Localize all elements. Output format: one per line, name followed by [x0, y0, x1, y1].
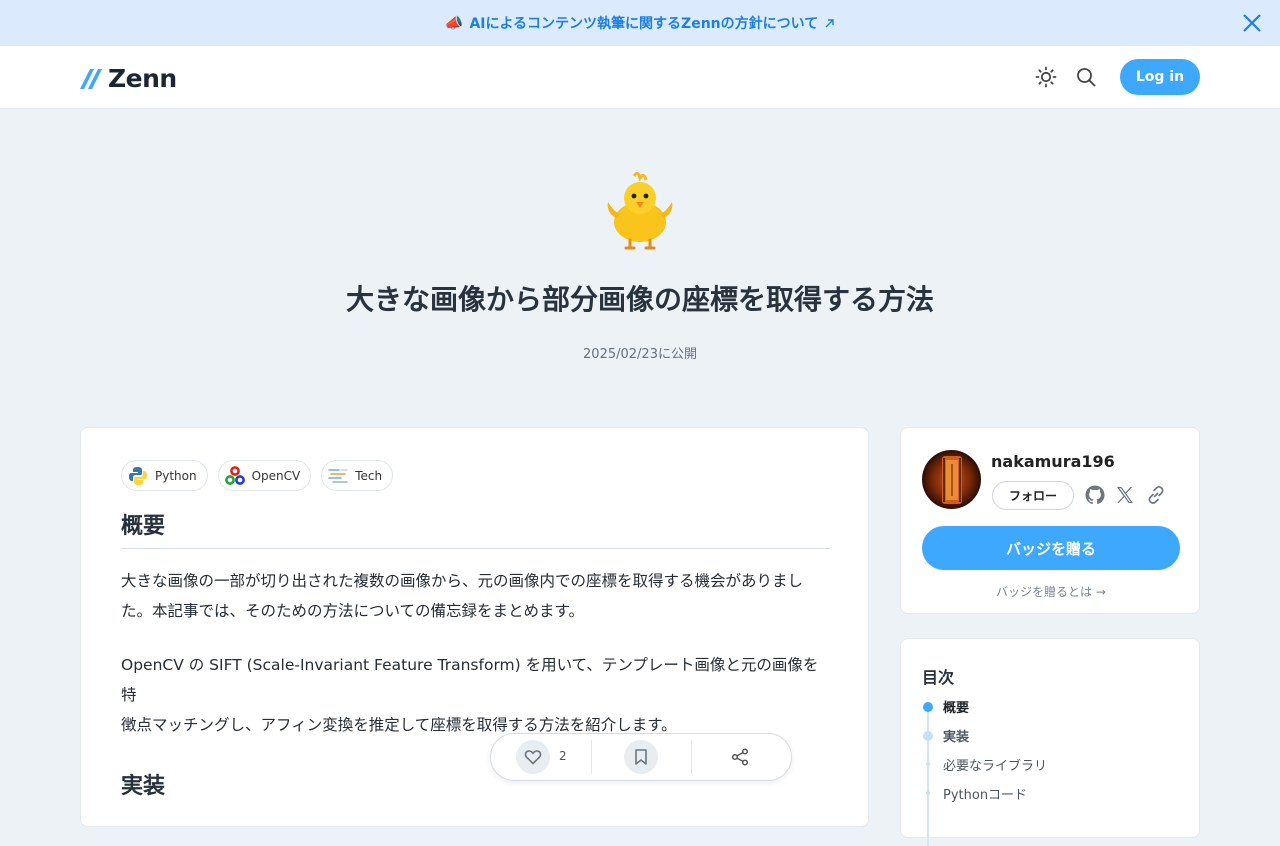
external-arrow-icon [825, 18, 834, 27]
toc-dot [926, 762, 930, 766]
topic-label: OpenCV [251, 468, 301, 483]
published-date: 2025/02/23に公開 [583, 347, 697, 362]
toc-track [927, 706, 929, 846]
table-of-contents: 目次 概要 実装 必要なライブラリ Pythonコード [900, 638, 1200, 846]
theme-toggle-icon[interactable] [1035, 66, 1057, 88]
paragraph-intro: 大きな画像の一部が切り出された複数の画像から、元の画像内での座標を取得する機会が… [121, 566, 833, 626]
share-icon [731, 748, 749, 766]
close-icon[interactable] [1240, 11, 1264, 35]
paragraph-line: OpenCV の SIFT (Scale-Invariant Feature T… [121, 656, 819, 704]
topic-opencv[interactable]: OpenCV [217, 460, 312, 491]
share-button[interactable] [723, 740, 757, 774]
python-icon [127, 465, 149, 487]
announcement-link[interactable]: 📣 AIによるコンテンツ執筆に関するZennの方針について [445, 13, 835, 33]
paragraph-line: 大きな画像の一部が切り出された複数の画像から、元の画像内での座標を取得する機会が… [121, 572, 804, 590]
bookmark-icon [635, 749, 647, 765]
announcement-banner: 📣 AIによるコンテンツ執筆に関するZennの方針について [0, 0, 1280, 46]
paragraph-line: た。本記事では、そのための方法についての備忘録をまとめます。 [121, 602, 584, 620]
site-header: Zenn Log in [0, 46, 1280, 109]
toc-active-dot [923, 702, 933, 712]
send-badge-button[interactable]: バッジを贈る [922, 526, 1180, 570]
logo-text: Zenn [108, 64, 177, 93]
x-twitter-icon[interactable] [1114, 484, 1136, 506]
topic-tech[interactable]: Tech [321, 460, 394, 491]
divider [591, 740, 592, 774]
zenn-logo[interactable]: Zenn [80, 64, 177, 93]
announcement-text: AIによるコンテンツ執筆に関するZennの方針について [469, 16, 819, 32]
topic-python[interactable]: Python [121, 460, 208, 491]
tech-icon [327, 465, 349, 487]
toc-item-overview[interactable]: 概要 [943, 697, 969, 716]
badge-help-link[interactable]: バッジを贈るとは → [901, 583, 1201, 600]
login-button[interactable]: Log in [1120, 59, 1200, 95]
opencv-icon [224, 465, 246, 487]
heading-divider [121, 548, 830, 549]
topic-label: Python [155, 468, 197, 483]
like-count: 2 [559, 749, 567, 763]
toc-dot [923, 731, 933, 741]
follow-button[interactable]: フォロー [992, 481, 1074, 510]
toc-title: 目次 [922, 668, 955, 687]
section-heading-overview: 概要 [121, 514, 166, 539]
toc-dot [926, 791, 930, 795]
chick-emoji-icon [607, 172, 673, 250]
github-icon[interactable] [1084, 484, 1106, 506]
section-heading-implementation: 実装 [121, 774, 166, 799]
avatar[interactable] [922, 450, 981, 509]
article-body: Python OpenCV Tech 概要 大きな画像の一部が切り出された複数の… [80, 427, 869, 827]
search-icon[interactable] [1075, 66, 1097, 88]
author-name[interactable]: nakamura196 [991, 452, 1115, 471]
toc-item-implementation[interactable]: 実装 [943, 726, 969, 745]
megaphone-icon: 📣 [444, 14, 464, 32]
toc-item-libraries[interactable]: 必要なライブラリ [943, 755, 1047, 774]
reaction-bar: 2 [490, 733, 792, 781]
zenn-logo-mark-icon [80, 68, 102, 89]
topic-list: Python OpenCV Tech [121, 460, 394, 491]
arrow-right-icon: → [1095, 585, 1106, 599]
link-icon[interactable] [1145, 484, 1167, 506]
article-title: 大きな画像から部分画像の座標を取得する方法 [345, 283, 934, 316]
divider [691, 740, 692, 774]
toc-item-python-code[interactable]: Pythonコード [943, 784, 1027, 803]
heart-icon [524, 750, 542, 765]
bookmark-button[interactable] [624, 740, 658, 774]
topic-label: Tech [355, 468, 383, 483]
like-button[interactable] [516, 740, 550, 774]
paragraph-method: OpenCV の SIFT (Scale-Invariant Feature T… [121, 650, 833, 740]
author-card: nakamura196 フォロー バッジを贈る バッジを贈るとは → [900, 427, 1200, 614]
badge-help-text: バッジを贈るとは [996, 585, 1093, 599]
